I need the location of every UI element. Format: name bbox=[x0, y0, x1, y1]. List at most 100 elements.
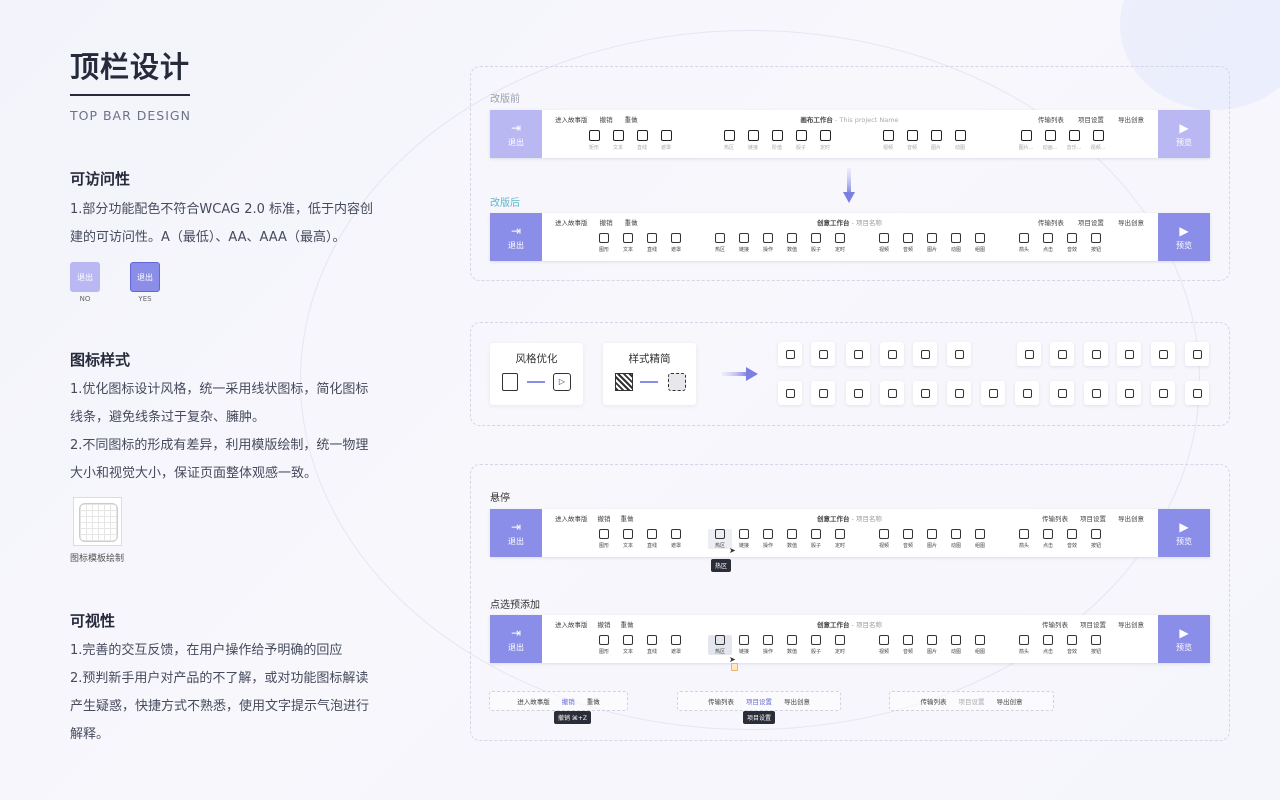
tool-image[interactable]: 图片 bbox=[920, 233, 944, 253]
tool-dice[interactable]: 骰子 bbox=[789, 130, 813, 151]
tool-music-lib[interactable]: 音乐... bbox=[1062, 130, 1086, 151]
tool-video[interactable]: 视频 bbox=[872, 635, 896, 655]
storyboard-button[interactable]: 进入故事版 bbox=[517, 696, 550, 706]
tool-hotspot[interactable]: 热区 bbox=[708, 233, 732, 253]
tool-gif[interactable]: 动图 bbox=[944, 233, 968, 253]
tool-arrow[interactable]: 箭头 bbox=[1012, 635, 1036, 655]
export-button[interactable]: 导出创意 bbox=[1118, 621, 1144, 629]
project-settings-button[interactable]: 项目设置 bbox=[1078, 116, 1104, 124]
preview-button[interactable]: ▶ 预览 bbox=[1158, 110, 1210, 158]
tool-timer[interactable]: 定时 bbox=[828, 635, 852, 655]
project-settings-button[interactable]: 项目设置 bbox=[746, 696, 772, 706]
tool-button[interactable]: 按钮 bbox=[1084, 233, 1108, 253]
tool-value[interactable]: 数值 bbox=[780, 529, 804, 549]
tool-dice[interactable]: 骰子 bbox=[804, 233, 828, 253]
transfer-list-button[interactable]: 传输列表 bbox=[1042, 515, 1068, 523]
tool-value[interactable]: 数值 bbox=[780, 635, 804, 655]
tool-shape[interactable]: 图形 bbox=[592, 635, 616, 655]
tool-click[interactable]: 点击 bbox=[1036, 233, 1060, 253]
exit-button[interactable]: ⇥ 退出 bbox=[490, 110, 542, 158]
tool-link[interactable]: 链接 bbox=[732, 233, 756, 253]
tool-button[interactable]: 按钮 bbox=[1084, 529, 1108, 549]
export-button[interactable]: 导出创意 bbox=[1118, 116, 1144, 124]
tool-mask[interactable]: 遮罩 bbox=[664, 529, 688, 549]
tool-gallery[interactable]: 组图 bbox=[968, 529, 992, 549]
redo-button[interactable]: 重做 bbox=[587, 696, 600, 706]
tool-timer[interactable]: 定时 bbox=[828, 529, 852, 549]
tool-line[interactable]: 直线 bbox=[640, 233, 664, 253]
exit-button[interactable]: ⇥ 退出 bbox=[490, 615, 542, 663]
tool-arrow[interactable]: 箭头 bbox=[1012, 529, 1036, 549]
tool-video[interactable]: 视频 bbox=[876, 130, 900, 151]
tool-value[interactable]: 阶值 bbox=[765, 130, 789, 151]
tool-text[interactable]: 文本 bbox=[616, 529, 640, 549]
tool-video[interactable]: 视频 bbox=[872, 233, 896, 253]
tool-operation[interactable]: 操作 bbox=[756, 635, 780, 655]
project-settings-button[interactable]: 项目设置 bbox=[1080, 621, 1106, 629]
transfer-list-button[interactable]: 传输列表 bbox=[921, 696, 947, 706]
tool-click[interactable]: 点击 bbox=[1036, 529, 1060, 549]
tool-mask[interactable]: 遮罩 bbox=[664, 635, 688, 655]
tool-text[interactable]: 文本 bbox=[616, 635, 640, 655]
tool-line[interactable]: 直线 bbox=[630, 130, 654, 151]
tool-operation[interactable]: 操作 bbox=[756, 529, 780, 549]
tool-sound[interactable]: 音效 bbox=[1060, 233, 1084, 253]
preview-button[interactable]: ▶ 预览 bbox=[1158, 615, 1210, 663]
transfer-list-button[interactable]: 传输列表 bbox=[1038, 219, 1064, 227]
tool-video-lib[interactable]: 视频... bbox=[1086, 130, 1110, 151]
tool-shape[interactable]: 图形 bbox=[592, 233, 616, 253]
tool-gif[interactable]: 动图 bbox=[944, 529, 968, 549]
tool-mask[interactable]: 遮罩 bbox=[654, 130, 678, 151]
project-settings-button[interactable]: 项目设置 bbox=[959, 696, 985, 706]
tool-audio[interactable]: 音频 bbox=[896, 233, 920, 253]
tool-timer[interactable]: 定时 bbox=[828, 233, 852, 253]
tool-rect[interactable]: 矩形 bbox=[582, 130, 606, 151]
exit-button[interactable]: ⇥ 退出 bbox=[490, 509, 542, 557]
tool-link[interactable]: 链接 bbox=[741, 130, 765, 151]
undo-button[interactable]: 撤销 bbox=[562, 696, 575, 706]
tool-text[interactable]: 文本 bbox=[616, 233, 640, 253]
export-button[interactable]: 导出创意 bbox=[1118, 515, 1144, 523]
tool-arrow[interactable]: 箭头 bbox=[1012, 233, 1036, 253]
tool-click[interactable]: 点击 bbox=[1036, 635, 1060, 655]
transfer-list-button[interactable]: 传输列表 bbox=[1042, 621, 1068, 629]
preview-button[interactable]: ▶ 预览 bbox=[1158, 213, 1210, 261]
tool-video[interactable]: 视频 bbox=[872, 529, 896, 549]
tool-button[interactable]: 按钮 bbox=[1084, 635, 1108, 655]
transfer-list-button[interactable]: 传输列表 bbox=[1038, 116, 1064, 124]
tool-dice[interactable]: 骰子 bbox=[804, 529, 828, 549]
project-settings-button[interactable]: 项目设置 bbox=[1080, 515, 1106, 523]
export-button[interactable]: 导出创意 bbox=[1118, 219, 1144, 227]
project-settings-button[interactable]: 项目设置 bbox=[1078, 219, 1104, 227]
exit-button[interactable]: ⇥ 退出 bbox=[490, 213, 542, 261]
tool-text[interactable]: 文本 bbox=[606, 130, 630, 151]
tool-gallery[interactable]: 组图 bbox=[968, 233, 992, 253]
tool-sound[interactable]: 音效 bbox=[1060, 635, 1084, 655]
tool-line[interactable]: 直线 bbox=[640, 529, 664, 549]
tool-image[interactable]: 图片 bbox=[920, 529, 944, 549]
tool-audio[interactable]: 音频 bbox=[896, 635, 920, 655]
tool-link[interactable]: 链接 bbox=[732, 635, 756, 655]
tool-image[interactable]: 图片 bbox=[920, 635, 944, 655]
transfer-list-button[interactable]: 传输列表 bbox=[708, 696, 734, 706]
tool-anim-lib[interactable]: 动画... bbox=[1038, 130, 1062, 151]
tool-gif[interactable]: 动图 bbox=[944, 635, 968, 655]
export-button[interactable]: 导出创意 bbox=[997, 696, 1023, 706]
tool-audio[interactable]: 音频 bbox=[900, 130, 924, 151]
tool-hotspot[interactable]: 热区 bbox=[708, 635, 732, 655]
tool-operation[interactable]: 操作 bbox=[756, 233, 780, 253]
tool-gif[interactable]: 动图 bbox=[948, 130, 972, 151]
tool-sound[interactable]: 音效 bbox=[1060, 529, 1084, 549]
export-button[interactable]: 导出创意 bbox=[784, 696, 810, 706]
tool-audio[interactable]: 音频 bbox=[896, 529, 920, 549]
tool-image-lib[interactable]: 图片... bbox=[1014, 130, 1038, 151]
preview-button[interactable]: ▶ 预览 bbox=[1158, 509, 1210, 557]
tool-image[interactable]: 图片 bbox=[924, 130, 948, 151]
tool-gallery[interactable]: 组图 bbox=[968, 635, 992, 655]
tool-dice[interactable]: 骰子 bbox=[804, 635, 828, 655]
tool-mask[interactable]: 遮罩 bbox=[664, 233, 688, 253]
tool-value[interactable]: 数值 bbox=[780, 233, 804, 253]
tool-hotspot[interactable]: 热区 bbox=[717, 130, 741, 151]
tool-timer[interactable]: 定时 bbox=[813, 130, 837, 151]
tool-line[interactable]: 直线 bbox=[640, 635, 664, 655]
